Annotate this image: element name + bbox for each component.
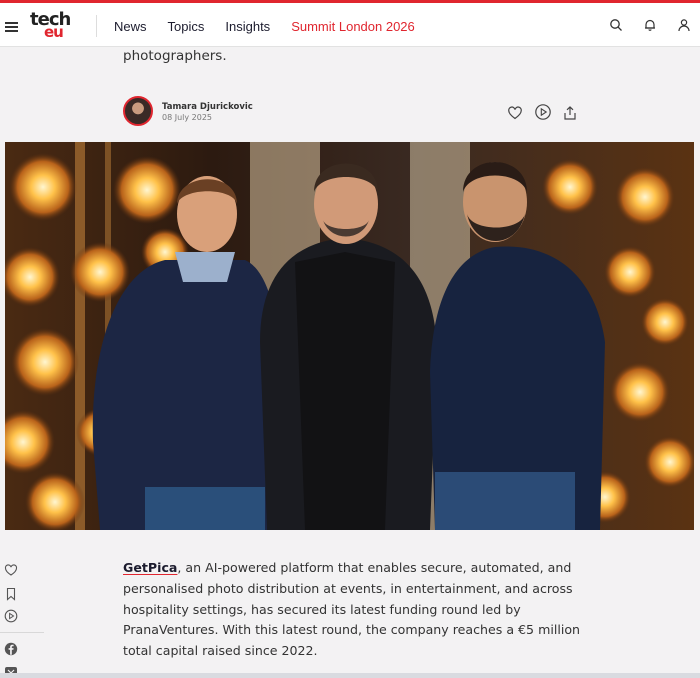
nav-news[interactable]: News: [114, 19, 147, 34]
hero-photo: [5, 142, 694, 530]
search-icon[interactable]: [609, 18, 623, 32]
getpica-link[interactable]: GetPica: [123, 560, 177, 575]
main-nav: News Topics Insights Summit London 2026: [114, 19, 436, 34]
menu-icon[interactable]: [5, 22, 18, 32]
heart-icon[interactable]: [507, 105, 523, 121]
publish-date: 08 July 2025: [162, 113, 213, 122]
side-divider: [0, 632, 44, 633]
bookmark-icon[interactable]: [4, 587, 18, 601]
user-icon[interactable]: [677, 18, 691, 32]
play-icon[interactable]: [4, 609, 18, 623]
avatar[interactable]: [123, 96, 153, 126]
share-icon[interactable]: [562, 105, 578, 121]
bottom-bar: [0, 673, 700, 678]
intro-text: photographers.: [123, 48, 227, 64]
nav-insights[interactable]: Insights: [225, 19, 270, 34]
logo-text-bottom: eu: [44, 23, 64, 41]
logo[interactable]: tech eu: [30, 10, 72, 42]
body-paragraph: , an AI-powered platform that enables se…: [123, 560, 581, 659]
bell-icon[interactable]: [643, 18, 657, 32]
hero-photo-illustration: [5, 142, 694, 530]
author-name[interactable]: Tamara Djurickovic: [162, 102, 253, 112]
header-divider: [96, 15, 97, 37]
article-body: GetPica, an AI-powered platform that ena…: [123, 558, 593, 662]
facebook-icon[interactable]: [4, 642, 18, 656]
nav-summit[interactable]: Summit London 2026: [291, 19, 415, 34]
nav-topics[interactable]: Topics: [168, 19, 205, 34]
play-icon[interactable]: [534, 103, 552, 121]
site-header: tech eu News Topics Insights Summit Lond…: [0, 3, 700, 47]
heart-icon[interactable]: [4, 563, 18, 577]
